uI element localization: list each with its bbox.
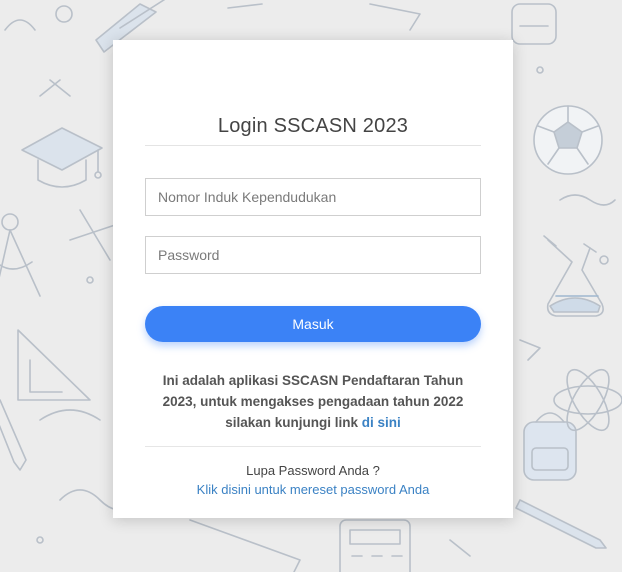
login-page: Login SSCASN 2023 Masuk Ini adalah aplik… xyxy=(0,0,622,572)
info-line-3: silakan kunjungi link xyxy=(225,415,358,430)
password-input[interactable] xyxy=(145,236,481,274)
protractor-icon xyxy=(17,329,101,421)
info-line-1: Ini adalah aplikasi SSCASN Pendaftaran T… xyxy=(162,373,464,388)
graduation-cap-icon xyxy=(21,127,103,188)
info-text: Ini adalah aplikasi SSCASN Pendaftaran T… xyxy=(145,370,481,433)
page-title: Login SSCASN 2023 xyxy=(217,115,409,137)
info-divider xyxy=(145,446,481,447)
info-line-2: 2023, untuk mengakses pengadaan tahun 20… xyxy=(162,394,464,409)
nik-input[interactable] xyxy=(145,178,481,216)
calculator-icon xyxy=(339,519,411,572)
backpack-icon xyxy=(523,412,577,481)
soccer-ball-icon xyxy=(533,105,603,175)
reset-password-link[interactable]: Klik disini untuk mereset password Anda xyxy=(145,481,481,499)
compass-icon xyxy=(0,213,41,297)
old-portal-link[interactable]: di sini xyxy=(362,415,401,430)
login-card: Login SSCASN 2023 Masuk Ini adalah aplik… xyxy=(113,40,513,518)
forgot-password-text: Lupa Password Anda ? xyxy=(246,463,380,478)
login-button[interactable]: Masuk xyxy=(145,306,481,342)
flask-icon xyxy=(543,235,604,317)
